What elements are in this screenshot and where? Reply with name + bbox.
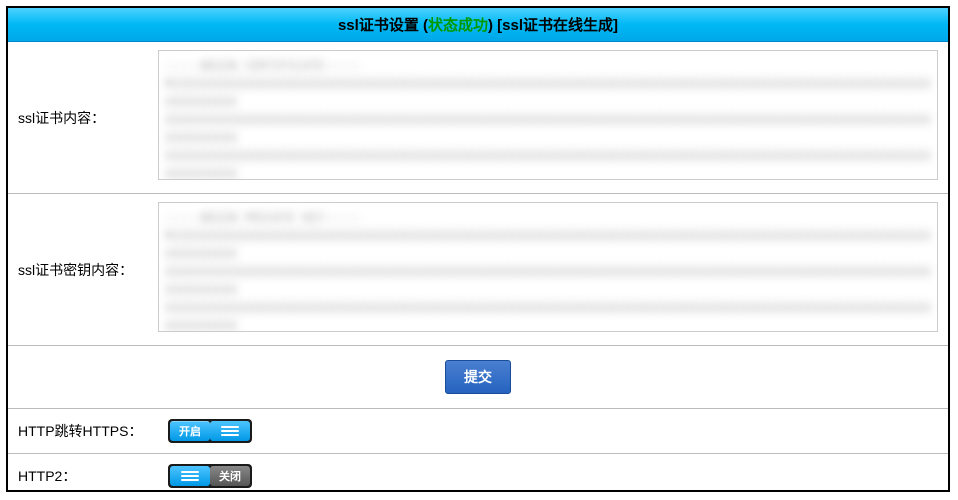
cert-content-label: ssl证书内容：	[18, 108, 158, 128]
submit-button[interactable]: 提交	[445, 360, 511, 394]
settings-panel: ssl证书设置 (状态成功) [ssl证书在线生成] ssl证书内容： ssl证…	[6, 6, 950, 492]
submit-row: 提交	[8, 346, 948, 409]
key-content-textarea[interactable]	[158, 202, 938, 332]
http2-row: HTTP2： 关闭	[8, 454, 948, 498]
header-link[interactable]: ssl证书在线生成	[502, 17, 613, 34]
cert-content-row: ssl证书内容：	[8, 42, 948, 194]
key-content-label: ssl证书密钥内容：	[18, 260, 158, 280]
header-status: 状态成功	[428, 17, 488, 34]
http2-toggle[interactable]: 关闭	[168, 464, 252, 488]
http-redirect-label: HTTP跳转HTTPS：	[18, 421, 168, 441]
http-redirect-row: HTTP跳转HTTPS： 开启	[8, 409, 948, 454]
header-title-suffix: ]	[613, 17, 618, 34]
toggle-on-label: 开启	[170, 421, 210, 441]
toggle-grip-icon	[210, 421, 250, 441]
http-redirect-toggle[interactable]: 开启	[168, 419, 252, 443]
header-title-mid: ) [	[488, 17, 502, 34]
cert-content-textarea[interactable]	[158, 50, 938, 180]
http2-label: HTTP2：	[18, 466, 168, 486]
header-title-prefix: ssl证书设置 (	[338, 17, 428, 34]
toggle-off-label: 关闭	[210, 466, 250, 486]
key-content-row: ssl证书密钥内容：	[8, 194, 948, 346]
panel-header: ssl证书设置 (状态成功) [ssl证书在线生成]	[8, 8, 948, 42]
toggle-grip-icon	[170, 466, 210, 486]
